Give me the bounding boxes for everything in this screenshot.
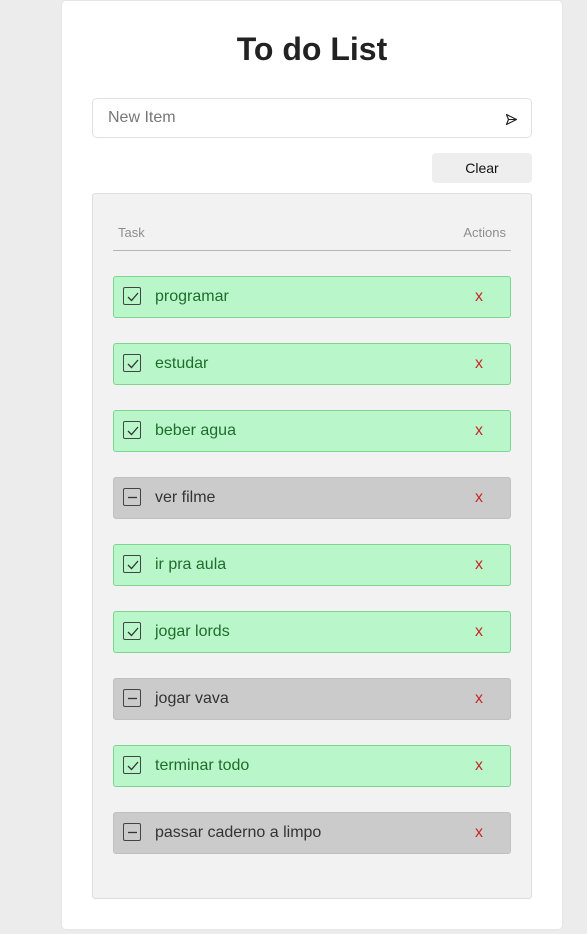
header-actions: Actions (463, 225, 506, 240)
delete-item-button[interactable]: x (469, 488, 489, 508)
delete-item-button[interactable]: x (469, 689, 489, 709)
indeterminate-checkbox-icon[interactable] (123, 488, 141, 506)
todo-list-panel: Task Actions programar x estudar x beber agu… (92, 193, 532, 899)
clear-button[interactable]: Clear (432, 153, 532, 183)
send-icon[interactable] (505, 113, 518, 126)
checked-checkbox-icon[interactable] (123, 622, 141, 640)
todo-item: programar x (113, 276, 511, 318)
delete-item-button[interactable]: x (469, 354, 489, 374)
new-item-form (92, 98, 532, 138)
new-item-input[interactable] (108, 99, 488, 137)
todo-item: ir pra aula x (113, 544, 511, 586)
delete-item-button[interactable]: x (469, 555, 489, 575)
delete-item-button[interactable]: x (469, 622, 489, 642)
todo-item-label: ver filme (155, 489, 216, 506)
todo-item-label: ir pra aula (155, 556, 227, 573)
delete-item-button[interactable]: x (469, 823, 489, 843)
checked-checkbox-icon[interactable] (123, 555, 141, 573)
todo-item: estudar x (113, 343, 511, 385)
todo-item-label: jogar lords (155, 623, 230, 640)
todo-card: To do List Clear Task Actions programar x… (62, 1, 562, 929)
header-task: Task (118, 225, 145, 240)
todo-item-label: programar (155, 288, 229, 305)
todo-item: beber agua x (113, 410, 511, 452)
checked-checkbox-icon[interactable] (123, 354, 141, 372)
delete-item-button[interactable]: x (469, 421, 489, 441)
checked-checkbox-icon[interactable] (123, 421, 141, 439)
indeterminate-checkbox-icon[interactable] (123, 823, 141, 841)
todo-item-label: terminar todo (155, 757, 250, 774)
delete-item-button[interactable]: x (469, 756, 489, 776)
todo-item: jogar vava x (113, 678, 511, 720)
checked-checkbox-icon[interactable] (123, 287, 141, 305)
delete-item-button[interactable]: x (469, 287, 489, 307)
todo-item: jogar lords x (113, 611, 511, 653)
todo-item-label: passar caderno a limpo (155, 824, 322, 841)
todo-item: passar caderno a limpo x (113, 812, 511, 854)
list-header: Task Actions (113, 214, 511, 251)
todo-item: terminar todo x (113, 745, 511, 787)
todo-item: ver filme x (113, 477, 511, 519)
todo-item-label: estudar (155, 355, 209, 372)
page-title: To do List (236, 31, 388, 67)
checked-checkbox-icon[interactable] (123, 756, 141, 774)
indeterminate-checkbox-icon[interactable] (123, 689, 141, 707)
todo-item-label: beber agua (155, 422, 236, 439)
todo-item-label: jogar vava (155, 690, 229, 707)
